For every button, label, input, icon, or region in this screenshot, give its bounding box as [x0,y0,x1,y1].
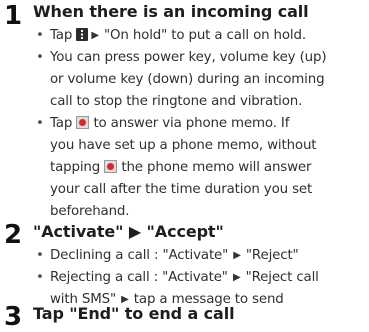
bullet-text: Tap [50,28,73,43]
manual-page: 1 When there is an incoming call Tap ▶ "… [0,0,369,330]
bullet-text: Rejecting a call : "Activate" [50,270,228,285]
bullet-line: your call after the time duration you se… [50,182,313,197]
step-3-number: 3 [4,302,23,332]
arrow-icon: ▶ [233,250,241,261]
bullet-line: Rejecting a call : "Activate" ▶ "Reject … [50,267,319,289]
bullet-text: the phone memo will answer [121,160,312,175]
step-1-heading: When there is an incoming call [33,2,309,21]
step-1-bullets: Tap ▶ "On hold" to put a call on hold. Y… [36,25,327,223]
arrow-icon: ▶ [232,272,241,283]
step-3-heading: Tap "End" to end a call [33,304,235,323]
bullet-line: Tap ▶ "On hold" to put a call on hold. [50,25,326,47]
list-item: You can press power key, volume key (up)… [36,47,327,113]
step-2-number: 2 [4,220,23,250]
bullet-line: tapping the phone memo will answer [50,157,326,179]
list-item: Tap ▶ "On hold" to put a call on hold. [36,25,326,47]
step-2-bullets: Declining a call : "Activate" ▶ "Reject"… [36,245,319,311]
bullet-line: Declining a call : "Activate" ▶ "Reject" [50,245,319,267]
phone-memo-icon [76,116,90,129]
bullet-line: call to stop the ringtone and vibration. [50,94,303,109]
bullet-line: you have set up a phone memo, without [50,138,317,153]
bullet-text: "Reject" [245,248,299,263]
bullet-text: Declining a call : "Activate" [50,248,229,263]
bullet-text: "Reject call [245,270,319,285]
bullet-text: to answer via phone memo. If [93,116,290,131]
list-item: Declining a call : "Activate" ▶ "Reject" [36,245,319,267]
bullet-line: Tap to answer via phone memo. If [50,113,326,135]
list-item: Tap to answer via phone memo. If you hav… [36,113,326,223]
bullet-text: Tap [50,116,73,131]
arrow-icon: ▶ [91,30,99,41]
bullet-line: or volume key (down) during an incoming [50,72,325,87]
step-2-heading: "Activate" ▶ "Accept" [33,222,224,241]
bullet-text: tapping [50,160,101,175]
phone-memo-icon [104,160,118,173]
menu-icon [76,28,89,41]
bullet-line: beforehand. [50,204,130,219]
bullet-text: "On hold" to put a call on hold. [103,28,306,43]
bullet-line: You can press power key, volume key (up) [50,50,327,65]
step-1-number: 1 [4,1,23,31]
